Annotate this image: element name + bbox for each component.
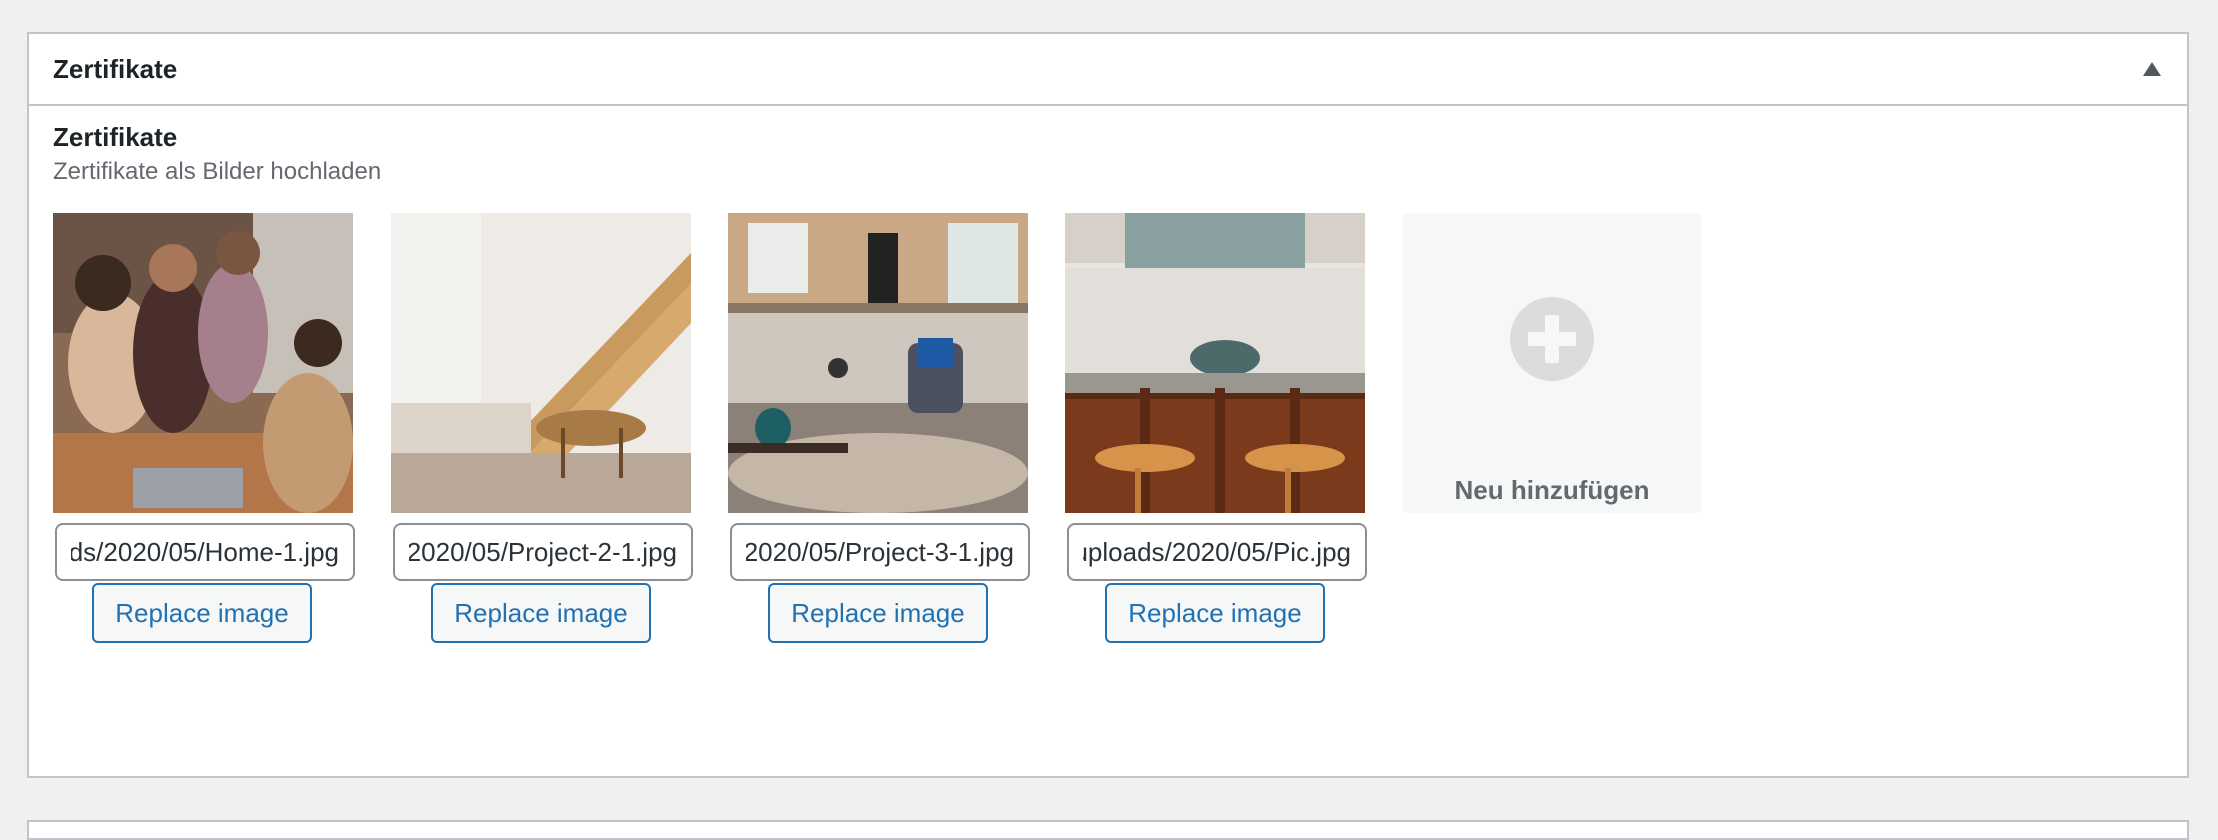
metabox-zertifikate: Zertifikate Zertifikate Zertifikate als … [27, 32, 2189, 778]
image-thumbnail[interactable] [53, 213, 353, 513]
replace-image-button[interactable]: Replace image [431, 583, 651, 643]
gallery-item: Replace image [391, 213, 693, 643]
collapse-toggle-button[interactable] [2133, 50, 2171, 88]
image-path-input[interactable] [393, 523, 693, 581]
gallery-item: Replace image [728, 213, 1030, 643]
image-path-input[interactable] [730, 523, 1030, 581]
metabox-header: Zertifikate [29, 34, 2187, 106]
add-new-image-button[interactable]: Neu hinzufügen [1402, 213, 1702, 513]
gallery-item: Replace image [1065, 213, 1367, 643]
image-path-input[interactable] [55, 523, 355, 581]
image-thumbnail[interactable] [728, 213, 1028, 513]
field-label: Zertifikate [53, 122, 178, 152]
metabox-title: Zertifikate [53, 54, 178, 84]
image-path-input[interactable] [1067, 523, 1367, 581]
gallery-item: Replace image [53, 213, 355, 643]
replace-image-button[interactable]: Replace image [768, 583, 988, 643]
arrow-up-icon [2143, 62, 2161, 76]
replace-image-button[interactable]: Replace image [1105, 583, 1325, 643]
add-new-label: Neu hinzufügen [1454, 475, 1650, 505]
field-description: Zertifikate als Bilder hochladen [53, 158, 382, 185]
plus-icon [1510, 297, 1594, 381]
image-thumbnail[interactable] [391, 213, 691, 513]
replace-image-button[interactable]: Replace image [92, 583, 312, 643]
image-thumbnail[interactable] [1065, 213, 1365, 513]
next-metabox [27, 820, 2189, 840]
